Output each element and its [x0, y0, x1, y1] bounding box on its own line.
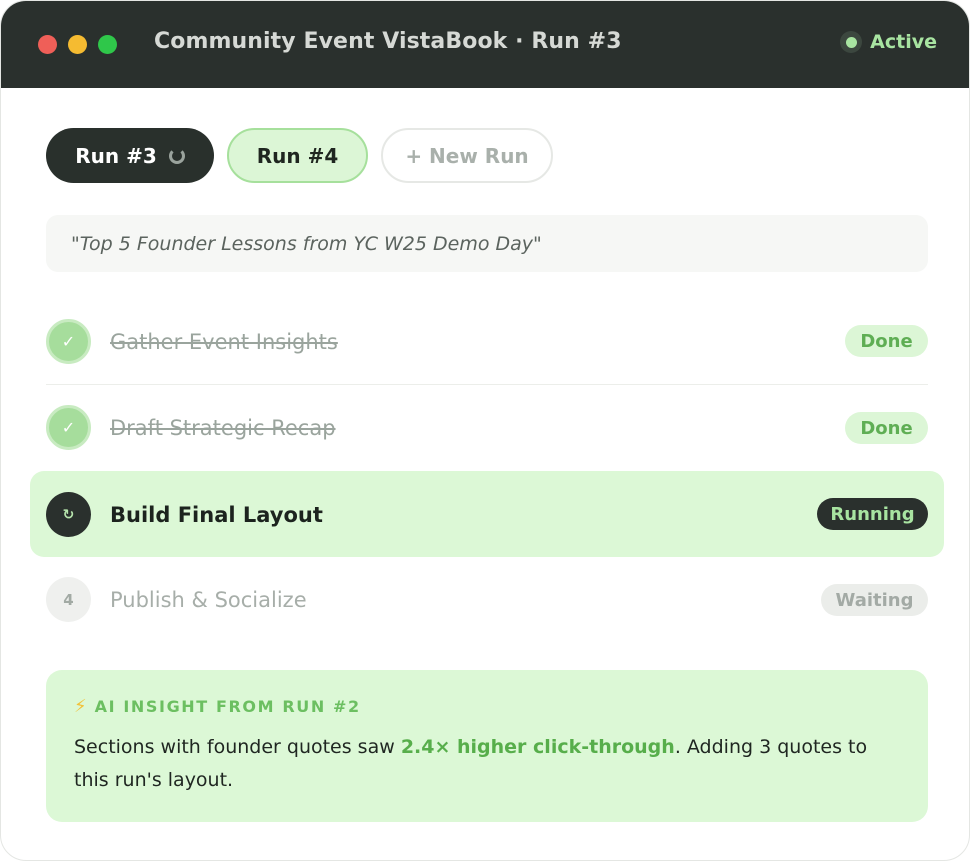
new-run-button[interactable]: + New Run — [381, 128, 553, 183]
insight-body: Sections with founder quotes saw 2.4× hi… — [74, 731, 900, 797]
status-badge: Done — [845, 412, 928, 444]
maximize-window-button[interactable] — [98, 35, 117, 54]
step-publish-and-socialize: 4 Publish & Socialize Waiting — [46, 577, 928, 622]
app-window: Community Event VistaBook · Run #3 Activ… — [0, 0, 970, 861]
title-bar: Community Event VistaBook · Run #3 Activ… — [1, 1, 969, 88]
status-badge: Running — [817, 498, 928, 530]
tab-run-4[interactable]: Run #4 — [227, 128, 368, 183]
status-dot-icon — [840, 31, 863, 53]
tab-run-3-label: Run #3 — [75, 143, 157, 168]
lightning-bolt-icon: ⚡ — [74, 696, 87, 717]
step-number: 4 — [46, 577, 91, 622]
run-tabs: Run #3 Run #4 + New Run — [46, 128, 553, 183]
step-gather-event-insights: ✓ Gather Event Insights Done — [46, 319, 928, 364]
refresh-icon: ↻ — [46, 492, 91, 537]
minimize-window-button[interactable] — [68, 35, 87, 54]
insight-heading: ⚡ AI INSIGHT FROM RUN #2 — [74, 696, 900, 717]
step-draft-strategic-recap: ✓ Draft Strategic Recap Done — [46, 405, 928, 450]
ai-insight-card: ⚡ AI INSIGHT FROM RUN #2 Sections with f… — [46, 670, 928, 822]
window-controls — [38, 35, 117, 54]
prompt-display: "Top 5 Founder Lessons from YC W25 Demo … — [46, 215, 928, 272]
insight-text-before: Sections with founder quotes saw — [74, 736, 401, 758]
loading-spinner-icon — [168, 147, 185, 164]
insight-heading-text: AI INSIGHT FROM RUN #2 — [94, 697, 361, 716]
step-label: Draft Strategic Recap — [110, 415, 336, 440]
step-label: Gather Event Insights — [110, 329, 338, 354]
window-title: Community Event VistaBook · Run #3 — [154, 29, 622, 54]
status-label: Active — [870, 31, 937, 53]
divider — [46, 384, 928, 385]
status-indicator: Active — [840, 31, 937, 53]
status-badge: Waiting — [821, 584, 928, 616]
step-label: Publish & Socialize — [110, 587, 307, 612]
check-icon: ✓ — [46, 319, 91, 364]
insight-highlight: 2.4× higher click-through — [400, 736, 675, 758]
status-badge: Done — [845, 325, 928, 357]
check-icon: ✓ — [46, 405, 91, 450]
close-window-button[interactable] — [38, 35, 57, 54]
tab-run-3[interactable]: Run #3 — [46, 128, 214, 183]
step-label: Build Final Layout — [110, 502, 323, 527]
step-build-final-layout: ↻ Build Final Layout Running — [46, 492, 928, 537]
